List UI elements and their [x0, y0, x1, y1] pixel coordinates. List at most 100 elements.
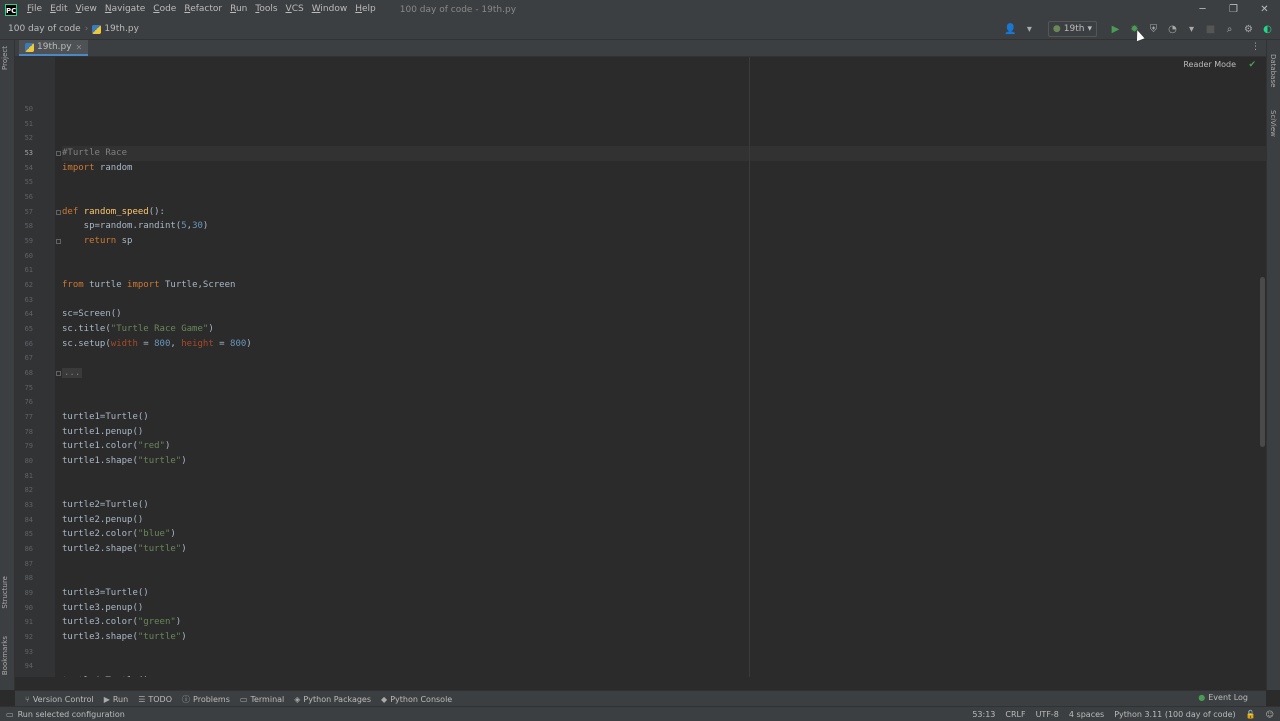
code-line[interactable]: import random	[62, 161, 132, 176]
database-tool-tab[interactable]: Database	[1269, 54, 1277, 87]
line-number[interactable]: 89	[15, 586, 33, 601]
code-line[interactable]: turtle2.penup()	[62, 513, 143, 528]
code-line[interactable]: turtle3.penup()	[62, 601, 143, 616]
file-encoding[interactable]: UTF-8	[1036, 710, 1059, 719]
code-line[interactable]: sc=Screen()	[62, 307, 122, 322]
code-line[interactable]: turtle3.shape("turtle")	[62, 630, 187, 645]
line-number[interactable]: 82	[15, 483, 33, 498]
code-line[interactable]: turtle1.shape("turtle")	[62, 454, 187, 469]
line-number[interactable]: 63	[15, 293, 33, 308]
code-line[interactable]: #Turtle Race	[62, 146, 127, 161]
reader-mode-button[interactable]: Reader Mode	[1183, 60, 1236, 69]
code-line[interactable]: turtle3.color("green")	[62, 615, 181, 630]
line-number[interactable]: 76	[15, 395, 33, 410]
line-number[interactable]: 92	[15, 630, 33, 645]
tool-window-terminal[interactable]: ▭ Terminal	[240, 694, 284, 705]
editor-tab-19th-py[interactable]: 19th.py ✕	[19, 40, 89, 56]
line-number[interactable]: 58	[15, 219, 33, 234]
code-line[interactable]: sc.title("Turtle Race Game")	[62, 322, 214, 337]
line-number[interactable]: 68	[15, 366, 33, 381]
line-number[interactable]: 77	[15, 410, 33, 425]
line-number[interactable]: 95	[15, 674, 33, 677]
search-icon[interactable]: ⌕	[1223, 23, 1236, 36]
tool-window-python-packages[interactable]: ◈ Python Packages	[294, 694, 371, 705]
code-line[interactable]: turtle2=Turtle()	[62, 498, 149, 513]
more-vertical-icon[interactable]: ⋮	[1251, 42, 1260, 52]
sciview-tool-tab[interactable]: SciView	[1269, 110, 1277, 137]
gear-icon[interactable]: ⚙	[1242, 23, 1255, 36]
code-line[interactable]: turtle3=Turtle()	[62, 586, 149, 601]
line-number[interactable]: 54	[15, 161, 33, 176]
fold-marker-icon[interactable]	[56, 371, 61, 377]
line-number[interactable]: 81	[15, 469, 33, 484]
code-line[interactable]: from turtle import Turtle,Screen	[62, 278, 235, 293]
line-number[interactable]: 75	[15, 381, 33, 396]
line-number[interactable]: 83	[15, 498, 33, 513]
check-icon[interactable]: ✔	[1248, 60, 1256, 70]
minimize-icon[interactable]: ─	[1187, 0, 1218, 19]
fold-marker-icon[interactable]	[56, 209, 61, 215]
chevron-down-icon[interactable]: ▾	[1185, 23, 1198, 36]
line-number[interactable]: 80	[15, 454, 33, 469]
event-log-button[interactable]: ● Event Log	[1198, 693, 1248, 702]
code-line[interactable]: sp=random.randint(5,30)	[62, 219, 209, 234]
project-tool-tab[interactable]: Project	[1, 46, 9, 70]
panel-toggle-icon[interactable]: ▭	[6, 710, 14, 719]
line-number[interactable]: 79	[15, 439, 33, 454]
code-line[interactable]: sc.setup(width = 800, height = 800)	[62, 337, 252, 352]
breadcrumb-file[interactable]: 19th.py	[104, 24, 139, 34]
tool-window-python-console[interactable]: ◆ Python Console	[381, 694, 452, 705]
menu-run[interactable]: Run	[226, 0, 251, 19]
line-number[interactable]: 93	[15, 645, 33, 660]
line-number[interactable]: 50	[15, 102, 33, 117]
line-number[interactable]: 84	[15, 513, 33, 528]
line-number[interactable]: 62	[15, 278, 33, 293]
line-number-gutter[interactable]: 50 51 52 53 54 55 56 57 58 59 60 61 62 63 64 65 66 67 68 75…	[15, 57, 61, 677]
line-number[interactable]: 53	[15, 146, 33, 161]
lock-icon[interactable]: 🔓	[1246, 710, 1256, 719]
menu-refactor[interactable]: Refactor	[180, 0, 226, 19]
menu-view[interactable]: View	[72, 0, 101, 19]
line-number[interactable]: 51	[15, 117, 33, 132]
user-icon[interactable]: 👤	[1004, 23, 1017, 36]
tool-window-problems[interactable]: ⓘ Problems	[182, 694, 230, 705]
menu-window[interactable]: Window	[308, 0, 352, 19]
line-number[interactable]: 66	[15, 337, 33, 352]
code-area[interactable]: #Turtle Race import random def random_spee…	[62, 57, 1266, 677]
restore-icon[interactable]: ❐	[1218, 0, 1249, 19]
structure-tool-tab[interactable]: Structure	[1, 576, 9, 609]
tool-window-todo[interactable]: ☰ TODO	[138, 694, 172, 705]
breadcrumb-project[interactable]: 100 day of code	[8, 24, 81, 34]
code-line[interactable]: ...	[62, 366, 83, 381]
line-number[interactable]: 91	[15, 615, 33, 630]
line-number[interactable]: 55	[15, 175, 33, 190]
line-number[interactable]: 85	[15, 527, 33, 542]
close-icon[interactable]: ✕	[1249, 0, 1280, 19]
line-number[interactable]: 88	[15, 571, 33, 586]
code-line[interactable]: turtle1.penup()	[62, 425, 143, 440]
fold-marker-icon[interactable]	[56, 151, 61, 156]
fold-marker-icon[interactable]	[56, 239, 61, 245]
menu-navigate[interactable]: Navigate	[101, 0, 149, 19]
menu-vcs[interactable]: VCS	[282, 0, 308, 19]
tool-window-version-control[interactable]: ⑂ Version Control	[25, 694, 94, 705]
menu-code[interactable]: Code	[149, 0, 180, 19]
menu-file[interactable]: File	[23, 0, 46, 19]
menu-tools[interactable]: Tools	[251, 0, 281, 19]
code-line[interactable]: turtle1.color("red")	[62, 439, 170, 454]
coverage-icon[interactable]: ⛨	[1147, 23, 1160, 36]
code-line[interactable]: turtle2.color("blue")	[62, 527, 176, 542]
line-number[interactable]: 90	[15, 601, 33, 616]
line-number[interactable]: 64	[15, 307, 33, 322]
folded-region[interactable]: ...	[62, 368, 83, 379]
line-number[interactable]: 52	[15, 131, 33, 146]
line-number[interactable]: 67	[15, 351, 33, 366]
line-number[interactable]: 56	[15, 190, 33, 205]
code-editor[interactable]: 50 51 52 53 54 55 56 57 58 59 60 61 62 63 64 65 66 67 68 75…	[15, 57, 1266, 677]
line-number[interactable]: 78	[15, 425, 33, 440]
tool-window-run[interactable]: ▶ Run	[104, 694, 129, 705]
code-line[interactable]: return sp	[62, 234, 133, 249]
run-configuration-selector[interactable]: ● 19th ▾	[1047, 21, 1097, 37]
close-icon[interactable]: ✕	[76, 43, 83, 52]
python-interpreter[interactable]: Python 3.11 (100 day of code)	[1114, 710, 1236, 719]
